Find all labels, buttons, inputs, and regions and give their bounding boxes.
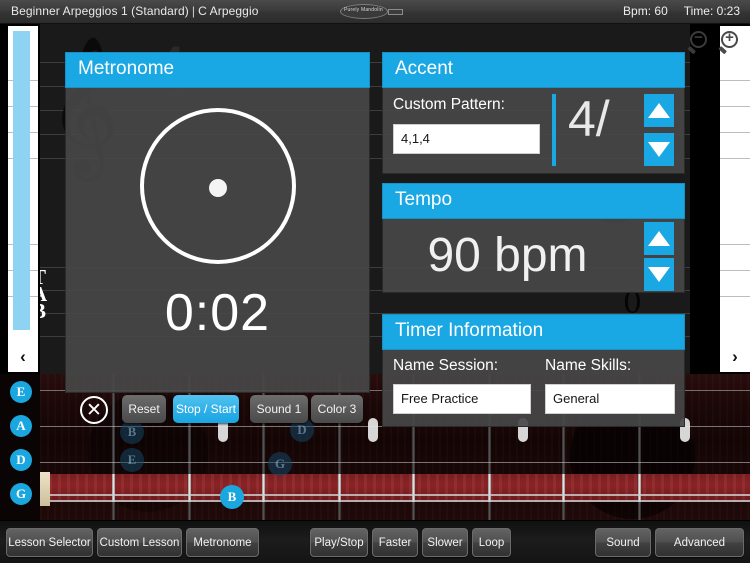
fret-wire [338, 474, 341, 502]
right-scroll-rail[interactable]: › [690, 24, 750, 374]
toolbar-metronome[interactable]: Metronome [186, 528, 259, 557]
accent-decrease-button[interactable] [644, 132, 674, 166]
fret-wire [262, 474, 265, 502]
topbar-status-group: Bpm: 60 Time: 0:23 [623, 4, 740, 18]
string-marker-e[interactable]: E [10, 381, 32, 403]
tempo-panel-title: Tempo [382, 183, 685, 219]
rail-tick [720, 80, 750, 81]
bottom-toolbar: Lesson Selector Custom Lesson Metronome … [0, 520, 750, 563]
toolbar-custom-lesson[interactable]: Custom Lesson [97, 528, 182, 557]
fretboard-red-strip [40, 474, 750, 502]
app-root: Beginner Arpeggios 1 (Standard) | C Arpegg… [0, 0, 750, 563]
tempo-decrease-button[interactable] [644, 257, 674, 291]
toolbar-lesson-selector[interactable]: Lesson Selector [6, 528, 93, 557]
close-metronome-icon[interactable]: ✕ [80, 396, 108, 424]
metronome-panel-title: Metronome [65, 52, 370, 88]
reset-button[interactable]: Reset [122, 395, 166, 423]
custom-pattern-input[interactable]: 4,1,4 [393, 123, 540, 154]
logo-bar-icon [388, 9, 403, 15]
rail-tick [720, 106, 750, 107]
fret-wire [188, 474, 191, 502]
zoom-out-icon[interactable]: − [687, 29, 714, 56]
string-marker-a[interactable]: A [10, 415, 32, 437]
timer-information-panel: Timer Information Name Session: Name Ski… [382, 314, 685, 427]
note-marker-active[interactable]: B [220, 485, 244, 509]
tempo-increase-button[interactable] [644, 221, 674, 255]
timer-information-panel-body: Name Session: Name Skills: Free Practice… [382, 349, 685, 427]
fret-wire [112, 474, 115, 502]
note-marker[interactable]: B [120, 420, 144, 444]
toolbar-faster[interactable]: Faster [372, 528, 418, 557]
toolbar-advanced[interactable]: Advanced [655, 528, 744, 557]
name-skills-input[interactable]: General [545, 383, 675, 414]
string-marker-g[interactable]: G [10, 483, 32, 505]
rail-tick [720, 244, 750, 245]
triangle-up-icon [648, 102, 670, 118]
accent-divider [552, 93, 556, 166]
rail-tick [720, 158, 750, 159]
zoom-in-sign: + [725, 29, 734, 46]
string-marker-d[interactable]: D [10, 449, 32, 471]
fret-inlay [368, 418, 378, 442]
fret-wire [562, 474, 565, 502]
color-select-button[interactable]: Color 3 [311, 395, 363, 423]
zoom-out-sign: − [694, 29, 703, 46]
right-scroll-track[interactable]: › [720, 26, 750, 372]
toolbar-play-stop[interactable]: Play/Stop [310, 528, 368, 557]
note-marker[interactable]: G [268, 452, 292, 476]
chord-title: C Arpeggio [198, 4, 259, 18]
rail-tick [720, 296, 750, 297]
accent-panel: Accent Custom Pattern: 4,1,4 4/ [382, 52, 685, 174]
triangle-up-icon [648, 230, 670, 246]
triangle-down-icon [648, 266, 670, 282]
accent-panel-body: Custom Pattern: 4,1,4 4/ [382, 87, 685, 174]
toolbar-sound[interactable]: Sound [595, 528, 651, 557]
nut [40, 472, 50, 506]
triangle-down-icon [648, 141, 670, 157]
custom-pattern-label: Custom Pattern: [393, 95, 505, 113]
toolbar-slower[interactable]: Slower [422, 528, 468, 557]
name-session-input[interactable]: Free Practice [393, 383, 531, 414]
scroll-right-arrow-icon[interactable]: › [720, 344, 750, 370]
timer-information-panel-title: Timer Information [382, 314, 685, 350]
fret-wire [488, 474, 491, 502]
note-marker[interactable]: E [120, 448, 144, 472]
name-session-label: Name Session: [393, 356, 499, 374]
topbar-bpm: Bpm: 60 [623, 4, 668, 18]
left-scroll-thumb[interactable] [13, 31, 30, 330]
metronome-beat-dot [208, 178, 227, 197]
scroll-left-arrow-icon[interactable]: ‹ [8, 344, 38, 370]
name-skills-label: Name Skills: [545, 356, 632, 374]
topbar-time: Time: 0:23 [683, 4, 740, 18]
tempo-panel: Tempo 90 bpm [382, 183, 685, 293]
metronome-panel: Metronome 0:02 [65, 52, 370, 393]
string-line [40, 500, 750, 502]
metronome-panel-body[interactable]: 0:02 [65, 87, 370, 393]
accent-meter-value: 4/ [568, 90, 610, 147]
metronome-elapsed-time: 0:02 [164, 283, 271, 342]
accent-panel-title: Accent [382, 52, 685, 88]
string-line [40, 462, 750, 463]
accent-increase-button[interactable] [644, 93, 674, 127]
string-line [40, 494, 750, 496]
fret-wire [638, 474, 641, 502]
zoom-in-icon[interactable]: + [718, 29, 745, 56]
left-scroll-track[interactable]: ‹ [8, 26, 38, 372]
toolbar-loop[interactable]: Loop [472, 528, 511, 557]
left-scroll-rail[interactable]: ‹ [0, 24, 40, 374]
logo-text: Purely Mandolin [344, 7, 383, 13]
fret-wire [412, 474, 415, 502]
app-logo: Purely Mandolin [340, 4, 410, 19]
sound-select-button[interactable]: Sound 1 [250, 395, 308, 423]
title-separator: | [191, 4, 196, 18]
rail-tick [720, 132, 750, 133]
rail-tick [720, 270, 750, 271]
top-status-bar: Beginner Arpeggios 1 (Standard) | C Arpegg… [0, 0, 750, 24]
tempo-panel-body: 90 bpm [382, 218, 685, 293]
lesson-title-group: Beginner Arpeggios 1 (Standard) | C Arpegg… [11, 4, 258, 18]
lesson-title: Beginner Arpeggios 1 (Standard) [11, 4, 189, 18]
stop-start-button[interactable]: Stop / Start [173, 395, 239, 423]
tempo-value: 90 bpm [427, 228, 588, 282]
